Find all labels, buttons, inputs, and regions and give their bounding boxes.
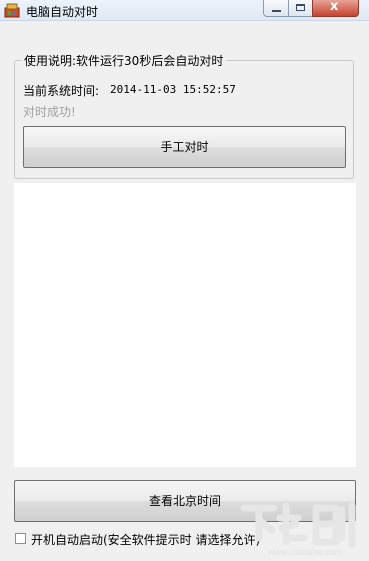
content-panel <box>14 183 356 467</box>
maximize-icon <box>296 4 305 11</box>
autostart-checkbox[interactable] <box>15 533 26 544</box>
minimize-icon <box>272 10 281 12</box>
window-title: 电脑自动对时 <box>26 5 99 19</box>
sync-status-text: 对时成功! <box>23 105 76 119</box>
system-time-label: 当前系统时间: <box>23 84 100 98</box>
svg-text:www.xiazaiba.com: www.xiazaiba.com <box>267 547 342 557</box>
autostart-checkbox-label[interactable]: 开机自动启动(安全软件提示时 请选择允许) <box>31 531 260 548</box>
title-bar[interactable]: 电脑自动对时 x <box>0 0 369 21</box>
watermark-logo: www.xiazaiba.com <box>240 502 356 557</box>
system-time-value: 2014-11-03 15:52:57 <box>110 83 236 96</box>
manual-sync-button[interactable]: 手工对时 <box>23 126 346 168</box>
maximize-button[interactable] <box>288 0 313 17</box>
app-icon <box>4 3 20 18</box>
close-button[interactable]: x <box>312 0 359 17</box>
minimize-button[interactable] <box>263 0 289 17</box>
close-icon: x <box>330 0 339 14</box>
groupbox-legend: 使用说明:软件运行30秒后会自动对时 <box>21 52 227 69</box>
